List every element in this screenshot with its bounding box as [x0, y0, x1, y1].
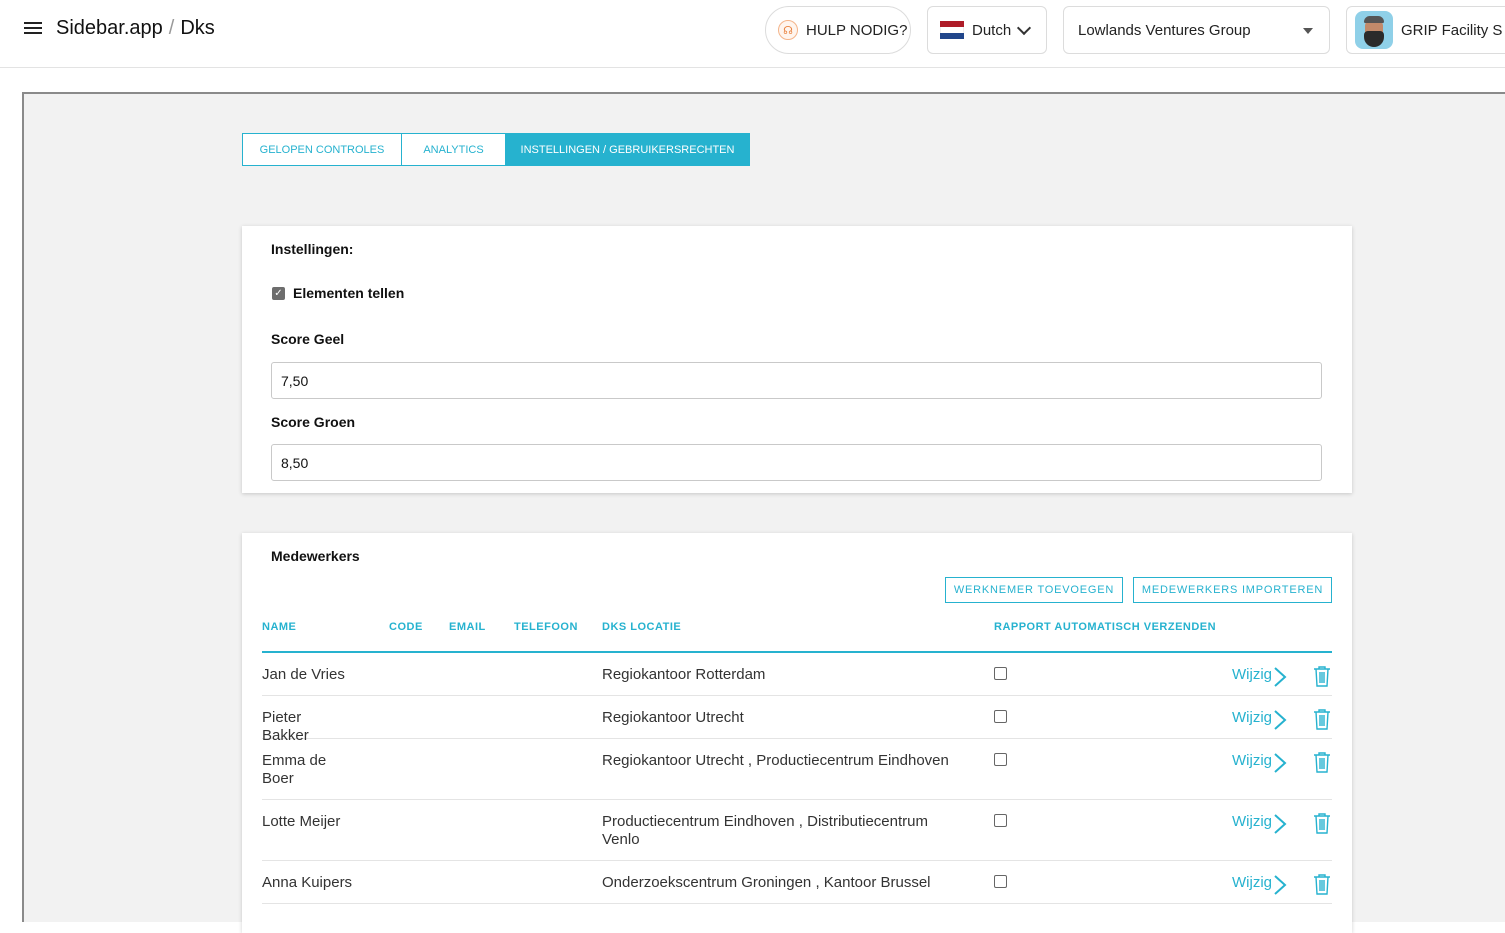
breadcrumb-page: Dks: [180, 17, 215, 39]
column-header-rapport[interactable]: RAPPORT AUTOMATISCH VERZENDEN: [994, 621, 1216, 633]
auto-report-checkbox[interactable]: [994, 875, 1007, 888]
score-green-label: Score Groen: [271, 414, 356, 430]
trash-icon[interactable]: [1312, 873, 1332, 895]
organization-label: Lowlands Ventures Group: [1078, 21, 1251, 39]
employee-name: Emma de Boer: [262, 752, 327, 787]
column-header-telefoon[interactable]: TELEFOON: [514, 621, 578, 633]
settings-title: Instellingen:: [271, 241, 354, 257]
avatar: [1355, 11, 1393, 49]
employee-name: Lotte Meijer: [262, 813, 341, 830]
organization-select[interactable]: Lowlands Ventures Group: [1063, 6, 1330, 54]
chevron-right-icon[interactable]: [1271, 813, 1289, 835]
score-yellow-input[interactable]: [271, 362, 1322, 399]
tab-instellingen-gebruikersrechten[interactable]: INSTELLINGEN / GEBRUIKERSRECHTEN: [505, 133, 750, 166]
column-header-dks-locatie[interactable]: DKS LOCATIE: [602, 621, 681, 633]
trash-icon[interactable]: [1312, 708, 1332, 730]
caret-down-icon: [1303, 28, 1313, 34]
breadcrumb: Sidebar.app / Dks: [56, 17, 215, 40]
tab-bar: GELOPEN CONTROLES ANALYTICS INSTELLINGEN…: [242, 133, 750, 166]
employee-location: Regiokantoor Rotterdam: [602, 666, 766, 683]
table-row: Pieter Bakker Regiokantoor Utrecht Wijzi…: [262, 696, 1332, 744]
employee-location: Onderzoekscentrum Groningen , Kantoor Br…: [602, 874, 931, 891]
chevron-right-icon[interactable]: [1271, 709, 1289, 731]
table-row: Anna Kuipers Onderzoekscentrum Groningen…: [262, 861, 1332, 904]
breadcrumb-separator: /: [168, 17, 175, 39]
count-elements-checkbox[interactable]: ✓: [272, 286, 285, 300]
staff-card: Medewerkers WERKNEMER TOEVOEGEN MEDEWERK…: [242, 533, 1352, 933]
language-select[interactable]: Dutch: [927, 6, 1047, 54]
column-header-email[interactable]: EMAIL: [449, 621, 486, 633]
employee-location: Regiokantoor Utrecht: [602, 709, 744, 726]
employee-name: Jan de Vries: [262, 666, 345, 683]
edit-link[interactable]: Wijzig: [1232, 709, 1272, 726]
auto-report-checkbox[interactable]: [994, 753, 1007, 766]
chevron-down-icon: [1017, 20, 1032, 35]
count-elements-label: Elementen tellen: [293, 285, 405, 301]
tab-gelopen-controles[interactable]: GELOPEN CONTROLES: [242, 133, 402, 166]
employee-name: Anna Kuipers: [262, 874, 353, 891]
auto-report-checkbox[interactable]: [994, 710, 1007, 723]
employee-location: Productiecentrum Eindhoven , Distributie…: [602, 813, 928, 848]
trash-icon[interactable]: [1312, 751, 1332, 773]
help-button[interactable]: ☊ HULP NODIG?: [765, 6, 911, 54]
table-row: Jan de Vries Regiokantoor Rotterdam Wijz…: [262, 653, 1332, 696]
chevron-right-icon[interactable]: [1271, 752, 1289, 774]
help-label: HULP NODIG?: [806, 21, 908, 39]
breadcrumb-app[interactable]: Sidebar.app: [56, 17, 163, 39]
trash-icon[interactable]: [1312, 665, 1332, 687]
table-header: NAME CODE EMAIL TELEFOON DKS LOCATIE RAP…: [262, 613, 1332, 653]
headset-icon: ☊: [778, 20, 798, 40]
user-menu[interactable]: GRIP Facility S: [1346, 6, 1505, 54]
trash-icon[interactable]: [1312, 812, 1332, 834]
chevron-right-icon[interactable]: [1271, 666, 1289, 688]
tab-analytics[interactable]: ANALYTICS: [401, 133, 506, 166]
edit-link[interactable]: Wijzig: [1232, 666, 1272, 683]
add-employee-button[interactable]: WERKNEMER TOEVOEGEN: [945, 577, 1123, 603]
user-name: GRIP Facility S: [1401, 21, 1503, 39]
top-bar: Sidebar.app / Dks ☊ HULP NODIG? Dutch Lowl…: [0, 0, 1505, 68]
language-label: Dutch: [972, 21, 1012, 39]
table-row: Emma de Boer Regiokantoor Utrecht , Prod…: [262, 739, 1332, 800]
hamburger-menu-icon[interactable]: [22, 19, 46, 39]
chevron-right-icon[interactable]: [1271, 874, 1289, 896]
auto-report-checkbox[interactable]: [994, 667, 1007, 680]
auto-report-checkbox[interactable]: [994, 814, 1007, 827]
column-header-name[interactable]: NAME: [262, 621, 296, 633]
edit-link[interactable]: Wijzig: [1232, 752, 1272, 769]
score-green-input[interactable]: [271, 444, 1322, 481]
table-row: Lotte Meijer Productiecentrum Eindhoven …: [262, 800, 1332, 861]
edit-link[interactable]: Wijzig: [1232, 874, 1272, 891]
count-elements-row: ✓ Elementen tellen: [272, 285, 404, 301]
edit-link[interactable]: Wijzig: [1232, 813, 1272, 830]
score-yellow-label: Score Geel: [271, 331, 345, 347]
employee-location: Regiokantoor Utrecht , Productiecentrum …: [602, 752, 949, 769]
staff-title: Medewerkers: [271, 548, 360, 564]
import-employees-button[interactable]: MEDEWERKERS IMPORTEREN: [1133, 577, 1332, 603]
settings-card: Instellingen: ✓ Elementen tellen Score G…: [242, 226, 1352, 493]
netherlands-flag-icon: [940, 21, 964, 39]
column-header-code[interactable]: CODE: [389, 621, 423, 633]
table-body: Jan de Vries Regiokantoor Rotterdam Wijz…: [262, 653, 1332, 904]
